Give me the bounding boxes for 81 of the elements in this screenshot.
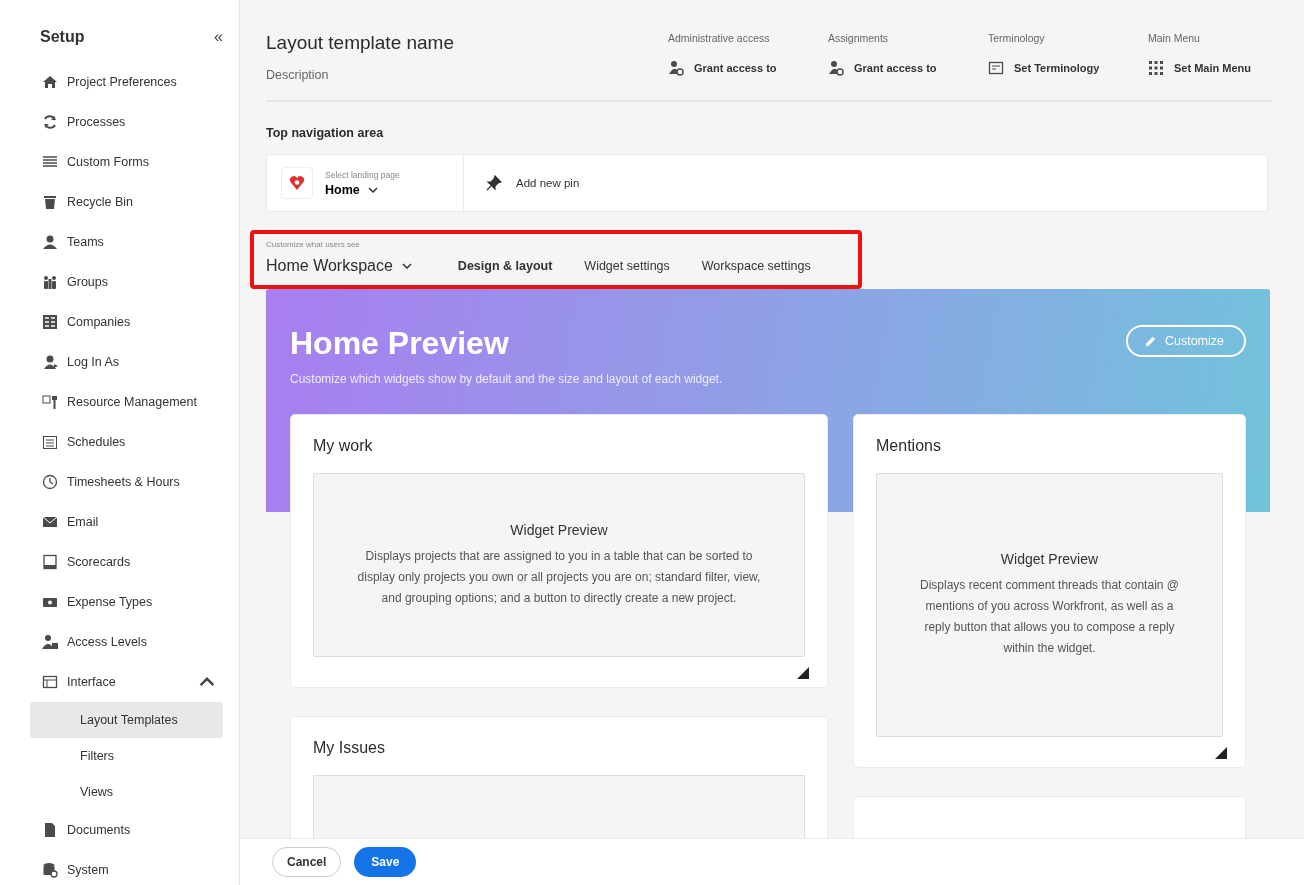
template-name: Layout template name — [266, 32, 454, 54]
collapse-button[interactable]: « — [214, 28, 223, 46]
save-button[interactable]: Save — [354, 847, 417, 877]
sidebar-item[interactable]: Custom Forms — [30, 142, 223, 182]
sidebar-item[interactable]: Interface — [30, 662, 223, 702]
sidebar-item[interactable]: Project Preferences — [30, 62, 223, 102]
widget-title: My work — [313, 437, 374, 455]
setting-link[interactable]: Grant access to — [668, 60, 777, 76]
landing-page-label: Select landing page — [325, 169, 400, 180]
sidebar-item[interactable]: Companies — [30, 302, 223, 342]
mail-icon — [42, 514, 58, 530]
sidebar-item[interactable]: Views — [30, 774, 223, 810]
setting-label: Terminology — [988, 32, 1046, 44]
people-icon — [42, 274, 58, 290]
trash-icon — [42, 194, 58, 210]
database-icon — [42, 862, 58, 878]
section-title: Top navigation area — [266, 126, 385, 140]
home-icon — [42, 74, 58, 90]
preview-title: Widget Preview — [510, 521, 608, 538]
sidebar-item[interactable]: Processes — [30, 102, 223, 142]
grid-icon — [1148, 60, 1164, 76]
widget-title: My Issues — [313, 739, 386, 757]
pin-icon — [486, 175, 502, 191]
preview-description: Displays projects that are assigned to you in a table that can be sorted to display only projects you own or all projects you are on; standard filter, view, and grouping options; and a button to directly create a new project. — [356, 547, 762, 607]
lines-icon — [42, 154, 58, 170]
resource-icon — [42, 394, 58, 410]
sidebar-item[interactable]: Groups — [30, 262, 223, 302]
window-icon — [42, 674, 58, 690]
monitor-icon — [42, 554, 58, 570]
sidebar-item[interactable]: Recycle Bin — [30, 182, 223, 222]
description: Description — [266, 68, 330, 82]
preview-title: Widget Preview — [1000, 551, 1099, 567]
pencil-icon — [1143, 334, 1157, 348]
setting-link[interactable]: Set Terminology — [988, 60, 1100, 76]
sidebar-item[interactable]: Expense Types — [30, 582, 223, 622]
logo-icon — [281, 167, 313, 199]
sidebar-item[interactable]: Timesheets & Hours — [30, 462, 223, 502]
preview-subtitle: Customize which widgets show by default and the size and layout of each widget. — [290, 372, 723, 386]
sidebar-item[interactable]: Filters — [30, 738, 223, 774]
refresh-icon — [42, 114, 58, 130]
document-icon — [42, 822, 58, 838]
setting-label: Assignments — [828, 32, 890, 44]
window-icon — [988, 60, 1004, 76]
tab[interactable]: Workspace settings — [701, 255, 811, 277]
sidebar-item[interactable]: Teams — [30, 222, 223, 262]
clock-icon — [42, 474, 58, 490]
landing-page-dropdown[interactable]: Home — [325, 182, 378, 197]
chevron-down-icon — [401, 263, 412, 269]
sidebar-item[interactable]: Log In As — [30, 342, 223, 382]
chevron-down-icon — [367, 186, 378, 193]
customize-label: Customize what users see — [266, 240, 361, 249]
preview-title: Home Preview — [290, 325, 510, 362]
person-icon — [42, 234, 58, 250]
preview-description: Displays recent comment threads that contain @ mentions of you across Workfront, as well as a reply button that allows you to compose a reply within the widget. — [919, 577, 1180, 657]
resize-handle-icon[interactable] — [1215, 747, 1227, 759]
workspace-dropdown[interactable]: Home Workspace — [266, 257, 412, 275]
setting-label: Administrative access — [668, 32, 771, 44]
people-icon — [42, 634, 58, 650]
person-icon — [668, 60, 684, 76]
person-icon — [42, 354, 58, 370]
sidebar-item[interactable]: Access Levels — [30, 622, 223, 662]
sidebar-item[interactable]: Email — [30, 502, 223, 542]
setting-label: Main Menu — [1148, 32, 1201, 44]
sidebar-item[interactable]: Layout Templates — [30, 702, 223, 738]
sidebar-item[interactable]: Documents — [30, 810, 223, 850]
widget-title: Mentions — [876, 437, 942, 455]
sidebar-item[interactable]: Scorecards — [30, 542, 223, 582]
person-icon — [828, 60, 844, 76]
resize-handle-icon[interactable] — [797, 667, 809, 679]
cancel-button[interactable]: Cancel — [272, 847, 342, 877]
tab[interactable]: Design & layout — [457, 255, 553, 277]
sidebar-item[interactable]: Resource Management — [30, 382, 223, 422]
setting-link[interactable]: Grant access to — [828, 60, 937, 76]
building-icon — [42, 314, 58, 330]
calendar-icon — [42, 434, 58, 450]
sidebar-item[interactable]: System — [30, 850, 223, 885]
sidebar-item[interactable]: Schedules — [30, 422, 223, 462]
add-pin-button[interactable]: Add new pin — [464, 155, 586, 211]
sidebar-title: Setup — [40, 28, 85, 46]
setting-link[interactable]: Set Main Menu — [1148, 60, 1251, 76]
tab[interactable]: Widget settings — [584, 255, 670, 277]
